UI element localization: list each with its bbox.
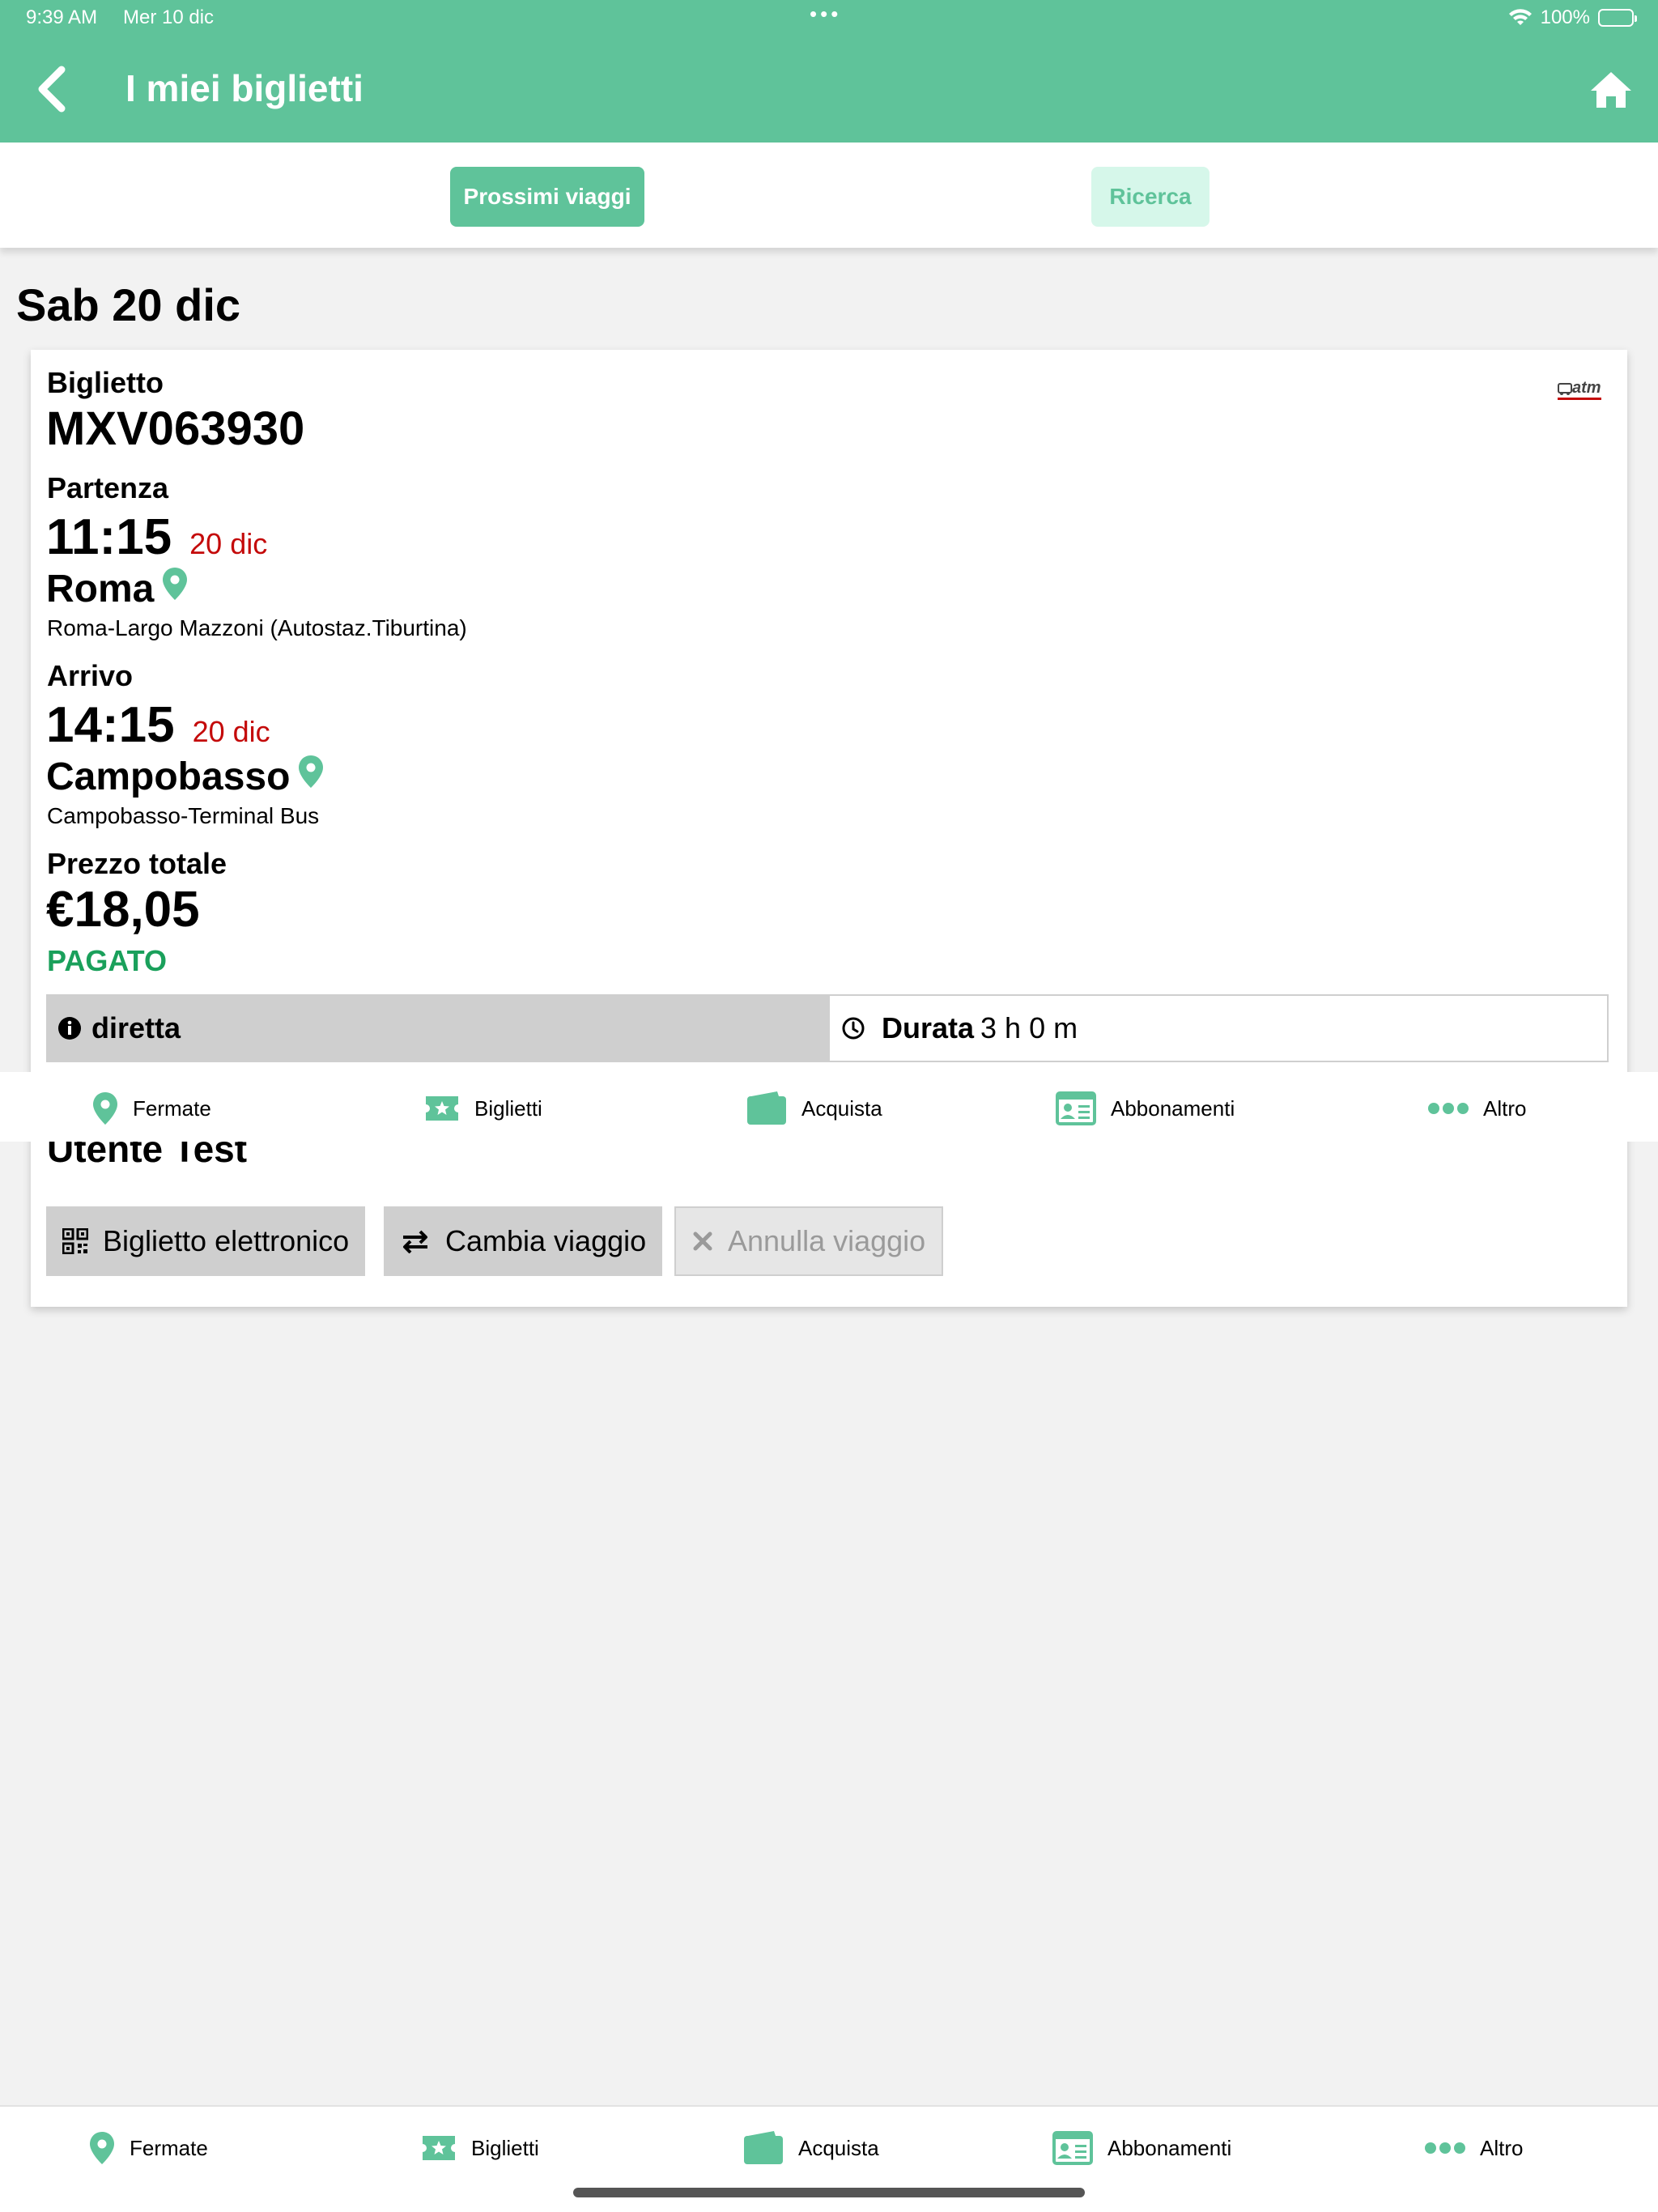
- operator-logo-text: atm: [1572, 379, 1601, 397]
- arrival-time: 14:15: [46, 697, 175, 753]
- home-indicator[interactable]: [573, 2188, 1085, 2197]
- eticket-label: Biglietto elettronico: [103, 1224, 350, 1257]
- change-trip-label: Cambia viaggio: [445, 1224, 647, 1257]
- page-title: I miei biglietti: [125, 67, 363, 109]
- eticket-button[interactable]: Biglietto elettronico: [46, 1206, 366, 1276]
- floating-tab-bar: Fermate Biglietti Acquista Abbonamenti A…: [0, 1072, 1658, 1142]
- tab-biglietti[interactable]: Biglietti: [421, 2112, 539, 2184]
- close-icon: [693, 1231, 712, 1251]
- ticket-card[interactable]: Biglietto MXV063930 atm Partenza 11:15 2…: [31, 350, 1627, 1307]
- tab-acquista-label: Acquista: [801, 1095, 882, 1121]
- wallet-icon: [747, 1091, 786, 1125]
- map-pin-icon[interactable]: [298, 755, 324, 789]
- tab-fermate-label: Fermate: [130, 2135, 208, 2160]
- tab-altro[interactable]: Altro: [1428, 1072, 1526, 1145]
- map-pin-icon: [90, 2132, 114, 2164]
- ticket-code: MXV063930: [46, 402, 305, 455]
- duration-value: 3 h 0 m: [980, 1011, 1078, 1044]
- tab-acquista[interactable]: Acquista: [743, 2112, 879, 2184]
- route-type-cell: diretta: [46, 994, 828, 1062]
- app-header: 9:39 AM Mer 10 dic ••• 100% I miei bigli…: [0, 0, 1658, 143]
- tab-abbonamenti[interactable]: Abbonamenti: [1056, 1072, 1235, 1145]
- battery-percent: 100%: [1540, 6, 1590, 28]
- tab-fermate[interactable]: Fermate: [92, 1072, 211, 1145]
- cancel-trip-label: Annulla viaggio: [728, 1224, 926, 1257]
- departure-city-row[interactable]: Roma: [46, 567, 188, 611]
- cancel-trip-button[interactable]: Annulla viaggio: [674, 1206, 944, 1276]
- change-trip-button[interactable]: Cambia viaggio: [384, 1206, 663, 1276]
- tab-altro-label: Altro: [1483, 1095, 1527, 1121]
- payment-status: PAGATO: [47, 944, 168, 977]
- more-dots-icon: [1428, 1103, 1469, 1114]
- map-pin-icon[interactable]: [162, 567, 188, 601]
- tab-biglietti-label: Biglietti: [474, 1095, 542, 1121]
- tab-acquista[interactable]: Acquista: [746, 1072, 882, 1145]
- home-icon[interactable]: [1588, 70, 1634, 110]
- tab-abbonamenti[interactable]: Abbonamenti: [1052, 2112, 1231, 2184]
- clock-icon: [842, 1017, 865, 1040]
- qr-code-icon: [62, 1228, 88, 1254]
- duration-cell: Durata 3 h 0 m: [828, 994, 1609, 1062]
- id-card-icon: [1056, 1091, 1096, 1125]
- id-card-icon: [1052, 2131, 1093, 2165]
- day-heading: Sab 20 dic: [16, 279, 241, 330]
- tab-fermate-label: Fermate: [133, 1095, 211, 1121]
- battery-icon: [1598, 9, 1637, 27]
- tab-abbonamenti-label: Abbonamenti: [1111, 1095, 1235, 1121]
- route-type: diretta: [91, 1011, 181, 1044]
- multitask-dots-icon[interactable]: •••: [810, 2, 841, 27]
- status-right: 100%: [1508, 6, 1637, 29]
- swap-arrows-icon: [403, 1230, 427, 1253]
- departure-city: Roma: [46, 568, 155, 610]
- tab-biglietti[interactable]: Biglietti: [424, 1072, 542, 1145]
- tab-prossimi-viaggi[interactable]: Prossimi viaggi: [450, 167, 644, 227]
- arrival-city-row[interactable]: Campobasso: [46, 755, 324, 799]
- ticket-star-icon: [423, 2136, 455, 2160]
- departure-time-row: 11:15 20 dic: [46, 508, 267, 566]
- arrival-stop: Campobasso-Terminal Bus: [47, 803, 320, 828]
- segmented-tabs: Prossimi viaggi Ricerca: [0, 143, 1658, 248]
- info-icon: [58, 1017, 81, 1040]
- back-chevron-icon[interactable]: [32, 65, 73, 113]
- wifi-icon: [1508, 9, 1532, 25]
- status-bar: 9:39 AM Mer 10 dic ••• 100%: [0, 0, 1658, 37]
- arrival-label: Arrivo: [47, 659, 134, 692]
- tab-biglietti-label: Biglietti: [471, 2135, 539, 2160]
- ticket-label: Biglietto: [47, 366, 164, 399]
- tab-abbonamenti-label: Abbonamenti: [1107, 2135, 1232, 2160]
- wallet-icon: [744, 2131, 783, 2164]
- map-pin-icon: [93, 1092, 117, 1125]
- price-label: Prezzo totale: [47, 847, 227, 880]
- more-dots-icon: [1425, 2142, 1465, 2154]
- arrival-date: 20 dic: [192, 715, 270, 748]
- departure-stop: Roma-Largo Mazzoni (Autostaz.Tiburtina): [47, 615, 467, 640]
- status-time: 9:39 AM: [26, 6, 98, 28]
- duration-label: Durata: [882, 1011, 975, 1044]
- departure-time: 11:15: [46, 509, 172, 565]
- tab-altro-label: Altro: [1480, 2135, 1524, 2160]
- operator-logo: atm: [1558, 379, 1601, 400]
- tab-acquista-label: Acquista: [798, 2135, 879, 2160]
- arrival-time-row: 14:15 20 dic: [46, 696, 270, 754]
- tab-altro[interactable]: Altro: [1425, 2112, 1523, 2184]
- trip-info-row: diretta Durata 3 h 0 m: [46, 994, 1609, 1062]
- tab-fermate[interactable]: Fermate: [89, 2112, 208, 2184]
- ticket-star-icon: [426, 1096, 458, 1121]
- arrival-city: Campobasso: [46, 755, 291, 798]
- bus-logo-icon: [1558, 382, 1572, 395]
- departure-date: 20 dic: [189, 527, 268, 560]
- status-date: Mer 10 dic: [123, 6, 215, 28]
- tab-ricerca[interactable]: Ricerca: [1091, 167, 1209, 227]
- price-value: €18,05: [46, 882, 200, 938]
- departure-label: Partenza: [47, 471, 169, 504]
